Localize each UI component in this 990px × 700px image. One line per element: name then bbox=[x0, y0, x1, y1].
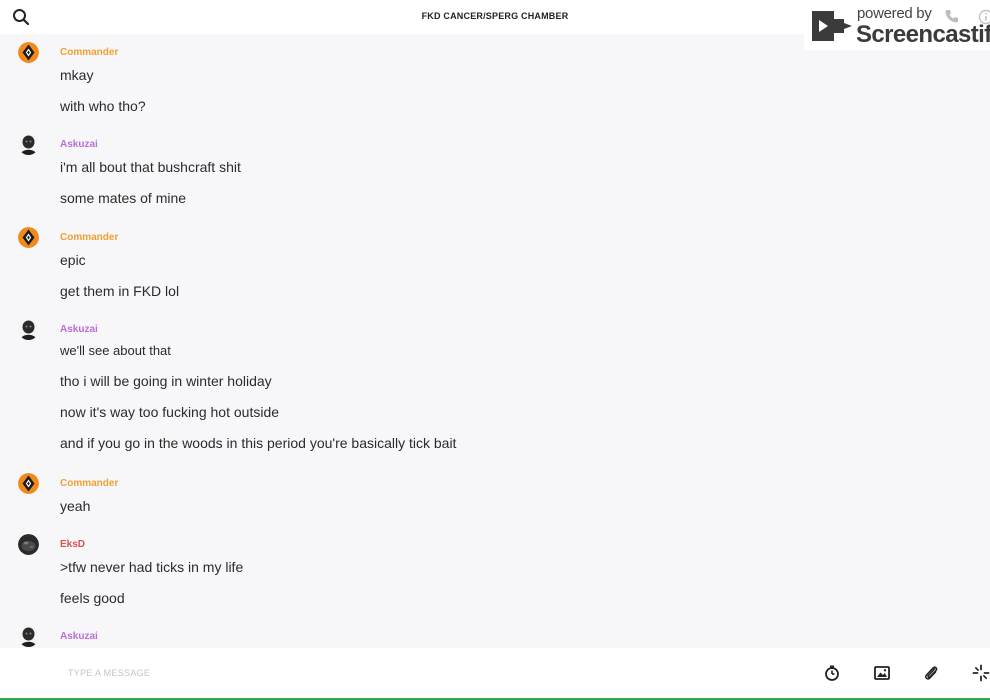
commander-avatar[interactable] bbox=[18, 227, 39, 248]
attachment-icon[interactable] bbox=[922, 664, 940, 682]
timer-icon[interactable] bbox=[823, 664, 841, 682]
message-text: and if you go in the woods in this perio… bbox=[60, 435, 457, 451]
powered-by-text: powered by bbox=[857, 5, 932, 22]
message-input[interactable] bbox=[60, 661, 760, 685]
eksd-avatar[interactable] bbox=[18, 534, 39, 555]
message-composer bbox=[0, 648, 990, 698]
message-text: >tfw never had ticks in my life bbox=[60, 559, 244, 575]
message-text: feels good bbox=[60, 590, 125, 606]
askuzai-avatar[interactable] bbox=[18, 626, 39, 647]
message-text: with who tho? bbox=[60, 98, 146, 114]
commander-avatar[interactable] bbox=[18, 42, 39, 63]
message-list[interactable]: Commander mkay with who tho? Askuzai i'm… bbox=[0, 34, 990, 648]
message-author[interactable]: Askuzai bbox=[60, 324, 98, 335]
message-author[interactable]: EksD bbox=[60, 539, 85, 550]
message-author[interactable]: Commander bbox=[60, 47, 118, 58]
message-text: i'm all bout that bushcraft shit bbox=[60, 159, 241, 175]
message-text: mkay bbox=[60, 67, 94, 83]
message-author[interactable]: Commander bbox=[60, 232, 118, 243]
message-author[interactable]: Askuzai bbox=[60, 631, 98, 642]
call-icon[interactable] bbox=[944, 8, 960, 24]
commander-avatar[interactable] bbox=[18, 473, 39, 494]
askuzai-avatar[interactable] bbox=[18, 319, 39, 340]
message-text: get them in FKD lol bbox=[60, 283, 180, 299]
message-text: tho i will be going in winter holiday bbox=[60, 373, 272, 389]
message-author[interactable]: Commander bbox=[60, 478, 118, 489]
message-text: epic bbox=[60, 252, 86, 268]
more-icon[interactable] bbox=[972, 664, 990, 682]
message-text: yeah bbox=[60, 498, 91, 514]
message-text: we'll see about that bbox=[60, 343, 171, 358]
message-author[interactable]: Askuzai bbox=[60, 139, 98, 150]
askuzai-avatar[interactable] bbox=[18, 134, 39, 155]
message-text: some mates of mine bbox=[60, 190, 187, 206]
info-icon[interactable] bbox=[978, 9, 990, 25]
message-text: now it's way too fucking hot outside bbox=[60, 404, 280, 420]
image-icon[interactable] bbox=[873, 664, 891, 682]
